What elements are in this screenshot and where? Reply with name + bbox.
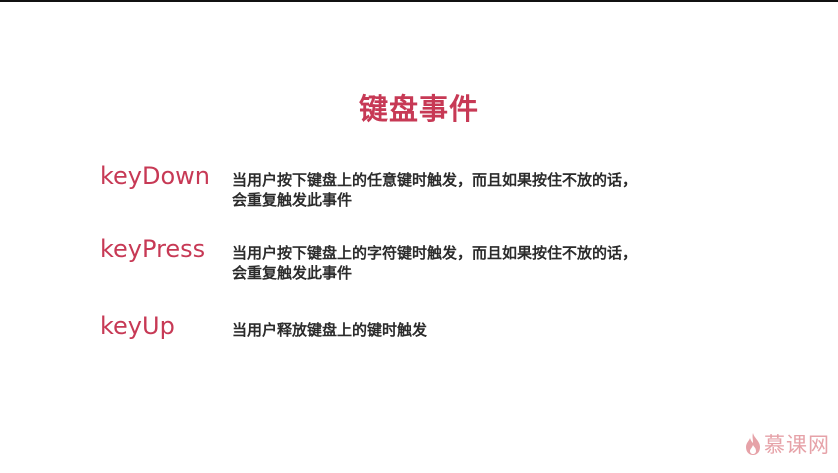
event-name-keydown: keyDown bbox=[100, 162, 211, 190]
event-description-line: 当用户按下键盘上的字符键时触发，而且如果按住不放的话， bbox=[232, 244, 638, 262]
event-description-line: 当用户按下键盘上的任意键时触发，而且如果按住不放的话， bbox=[232, 171, 638, 189]
event-name-keyup: keyUp bbox=[100, 312, 175, 340]
logo-text: 慕课网 bbox=[764, 433, 830, 457]
flame-icon bbox=[746, 433, 760, 455]
event-description-line: 会重复触发此事件 bbox=[232, 264, 353, 282]
imooc-logo: 慕课网 bbox=[744, 429, 830, 459]
event-description-keyup: 当用户释放键盘上的键时触发 bbox=[232, 320, 702, 340]
slide-title: 键盘事件 bbox=[358, 92, 479, 126]
event-description-line: 会重复触发此事件 bbox=[232, 191, 353, 209]
event-description-keydown: 当用户按下键盘上的任意键时触发，而且如果按住不放的话， 会重复触发此事件 bbox=[232, 170, 702, 210]
event-description-line: 当用户释放键盘上的键时触发 bbox=[232, 321, 428, 339]
top-border bbox=[0, 0, 838, 2]
event-name-keypress: keyPress bbox=[100, 235, 206, 263]
event-description-keypress: 当用户按下键盘上的字符键时触发，而且如果按住不放的话， 会重复触发此事件 bbox=[232, 243, 702, 283]
